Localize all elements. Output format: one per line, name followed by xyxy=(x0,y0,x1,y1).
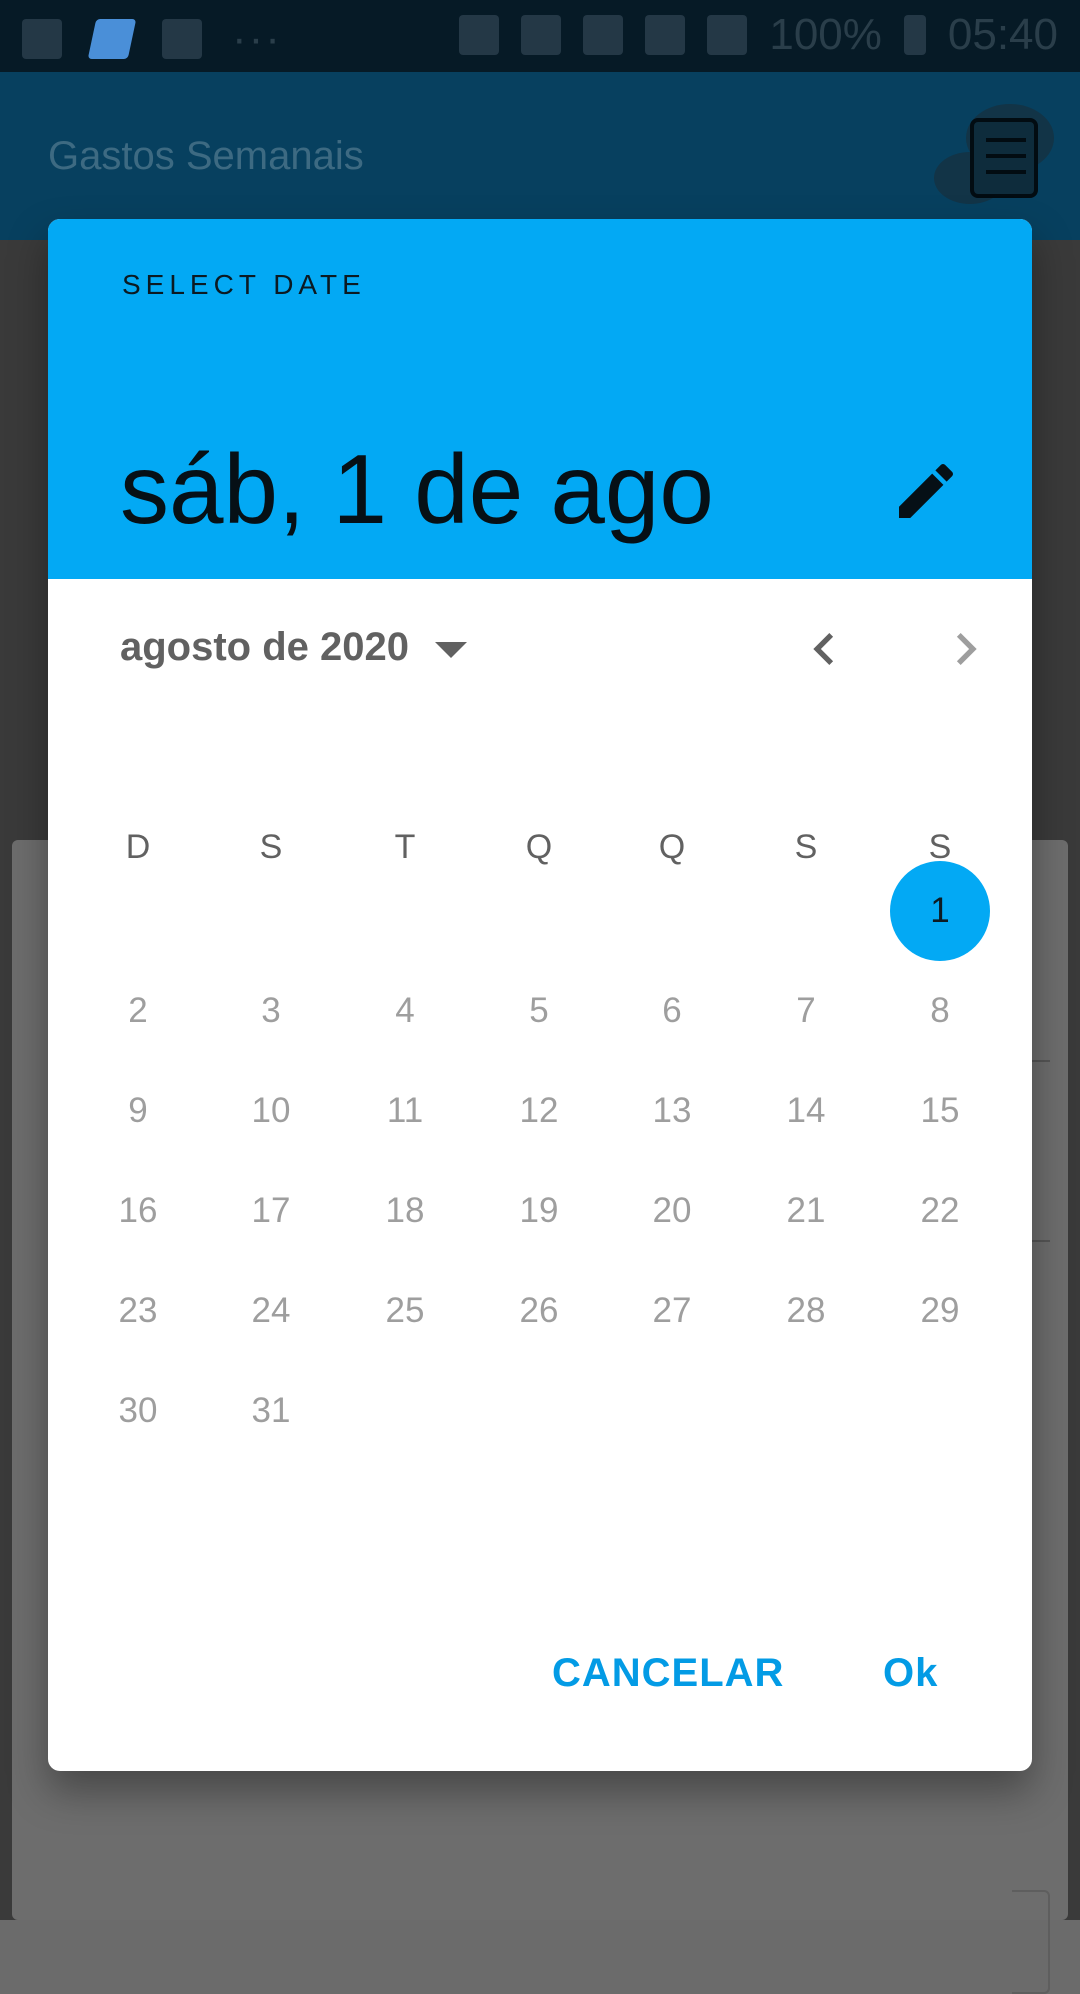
app-title: Gastos Semanais xyxy=(48,134,364,178)
calendar-day[interactable]: 27 xyxy=(605,1261,739,1361)
day-number: 29 xyxy=(920,1291,960,1330)
day-number: 31 xyxy=(251,1391,291,1430)
date-picker-dialog: SELECT DATE sáb, 1 de ago agosto de 2020… xyxy=(48,219,1032,1771)
clock: 05:40 xyxy=(947,10,1058,59)
day-number: 21 xyxy=(786,1191,826,1230)
app-bar: Gastos Semanais xyxy=(0,72,1080,240)
calendar-day[interactable]: 26 xyxy=(472,1261,606,1361)
mute-icon xyxy=(459,15,500,55)
calendar-day[interactable]: 20 xyxy=(605,1161,739,1261)
cancel-button[interactable]: CANCELAR xyxy=(552,1651,784,1696)
ok-button[interactable]: Ok xyxy=(883,1651,938,1696)
volte-icon xyxy=(583,15,624,55)
wifi-icon xyxy=(645,15,686,55)
calendar-day[interactable]: 25 xyxy=(338,1261,472,1361)
day-number: 6 xyxy=(662,991,682,1030)
day-number: 11 xyxy=(386,1091,424,1130)
day-number: 26 xyxy=(519,1291,559,1330)
calendar-day[interactable]: 5 xyxy=(472,961,606,1061)
day-number: 13 xyxy=(652,1091,692,1130)
calendar-day[interactable]: 8 xyxy=(873,961,1007,1061)
day-number: 12 xyxy=(519,1091,559,1130)
selected-day[interactable]: 1 xyxy=(873,861,1007,961)
day-number: 17 xyxy=(251,1191,291,1230)
calendar-day[interactable]: 24 xyxy=(204,1261,338,1361)
day-number: 3 xyxy=(261,991,281,1030)
day-number: 4 xyxy=(395,991,415,1030)
status-icons-right: 100% 05:40 xyxy=(459,10,1058,60)
day-number: 24 xyxy=(251,1291,291,1330)
app-notification-icon xyxy=(87,19,137,59)
calendar-day[interactable]: 28 xyxy=(739,1261,873,1361)
battery-icon xyxy=(903,15,926,55)
calendar-day[interactable]: 9 xyxy=(71,1061,205,1161)
cast-icon xyxy=(162,19,202,59)
day-number: 28 xyxy=(786,1291,826,1330)
day-number: 25 xyxy=(385,1291,425,1330)
day-number: 8 xyxy=(930,991,950,1030)
day-number: 23 xyxy=(118,1291,158,1330)
day-number: 10 xyxy=(251,1091,291,1130)
day-number: 2 xyxy=(128,991,148,1030)
day-number: 20 xyxy=(652,1191,692,1230)
weekday-header: Q xyxy=(525,827,553,866)
app-logo-icon xyxy=(934,104,1054,204)
more-notifications-icon: ··· xyxy=(232,14,282,63)
day-number: 16 xyxy=(118,1191,158,1230)
day-number: 1 xyxy=(930,891,950,930)
calendar-day[interactable]: 14 xyxy=(739,1061,873,1161)
calendar-day[interactable]: 23 xyxy=(71,1261,205,1361)
calendar-day[interactable]: 6 xyxy=(605,961,739,1061)
weekday-header: D xyxy=(125,827,151,866)
weekday-header: Q xyxy=(658,827,686,866)
calendar-day[interactable]: 17 xyxy=(204,1161,338,1261)
signal-icon xyxy=(707,15,748,55)
calendar-day[interactable]: 11 xyxy=(338,1061,472,1161)
calendar-day[interactable]: 10 xyxy=(204,1061,338,1161)
calendar-day[interactable]: 15 xyxy=(873,1061,1007,1161)
calendar-day[interactable]: 22 xyxy=(873,1161,1007,1261)
day-number: 5 xyxy=(529,991,549,1030)
status-bar: ··· 100% 05:40 xyxy=(0,0,1080,72)
day-number: 22 xyxy=(920,1191,960,1230)
alarm-icon xyxy=(521,15,562,55)
background-field xyxy=(1012,1890,1050,1994)
calendar-day[interactable]: 21 xyxy=(739,1161,873,1261)
calendar-day[interactable]: 2 xyxy=(71,961,205,1061)
day-number: 30 xyxy=(118,1391,158,1430)
calendar-day[interactable]: 13 xyxy=(605,1061,739,1161)
day-number: 27 xyxy=(652,1291,692,1330)
status-icons-left: ··· xyxy=(22,14,282,64)
calendar-day[interactable]: 16 xyxy=(71,1161,205,1261)
calendar-day[interactable]: 29 xyxy=(873,1261,1007,1361)
day-number: 14 xyxy=(786,1091,826,1130)
calendar-day[interactable]: 19 xyxy=(472,1161,606,1261)
weekday-header: S xyxy=(794,827,818,866)
calendar-grid: D S T Q Q S S 1 2 3 4 5 6 7 8 9 10 11 12 13 14 15 16 17 18 19 20 21… xyxy=(48,219,1032,1771)
calendar-day[interactable]: 7 xyxy=(739,961,873,1061)
day-number: 19 xyxy=(519,1191,559,1230)
day-number: 18 xyxy=(385,1191,425,1230)
weekday-header: S xyxy=(259,827,283,866)
gallery-icon xyxy=(22,19,62,59)
weekday-header: T xyxy=(394,827,416,866)
calendar-day[interactable]: 30 xyxy=(71,1361,205,1461)
calendar-day[interactable]: 18 xyxy=(338,1161,472,1261)
calendar-day[interactable]: 12 xyxy=(472,1061,606,1161)
calendar-day[interactable]: 3 xyxy=(204,961,338,1061)
calendar-day[interactable]: 4 xyxy=(338,961,472,1061)
day-number: 7 xyxy=(796,991,816,1030)
day-number: 9 xyxy=(128,1091,148,1130)
calendar-day[interactable]: 31 xyxy=(204,1361,338,1461)
day-number: 15 xyxy=(920,1091,960,1130)
battery-percent: 100% xyxy=(769,10,882,59)
